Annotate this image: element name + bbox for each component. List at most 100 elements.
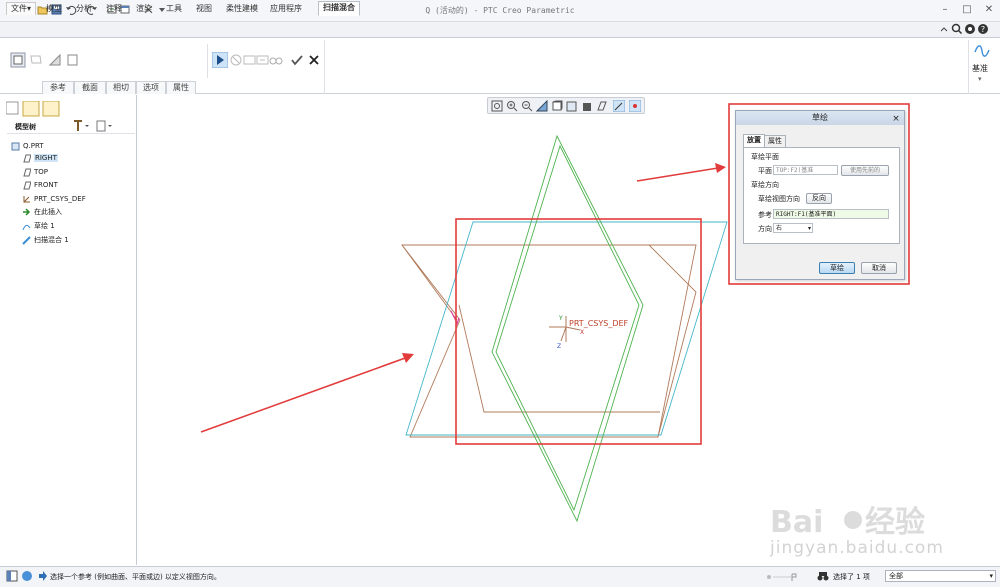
message-arrow-icon [38, 571, 47, 583]
annotation-arrow-left [200, 353, 414, 433]
ok-checkmark-icon[interactable] [290, 53, 304, 67]
help-icon[interactable]: ? [977, 23, 989, 35]
datum-plane-icon [22, 181, 32, 190]
tab-analysis[interactable]: 分析 [72, 3, 96, 16]
subtab-sections[interactable]: 截面 [74, 81, 106, 94]
datum-plane-icon [22, 168, 32, 177]
tab-flexible-modeling[interactable]: 柔性建模 [222, 3, 262, 16]
cancel-button[interactable]: 取消 [861, 262, 897, 274]
tab-file[interactable]: 文件▾ [6, 2, 37, 15]
annotation-rectangle [455, 218, 702, 445]
subtab-options[interactable]: 选项 [136, 81, 166, 94]
direction-select[interactable]: 右 ▾ [773, 223, 813, 233]
tree-item-front[interactable]: FRONT [22, 179, 58, 192]
csys-x-label: X [580, 329, 584, 336]
collapse-ribbon-icon[interactable] [938, 23, 950, 35]
minimize-button[interactable]: – [936, 3, 954, 17]
play-icon[interactable] [211, 51, 229, 69]
baidu-watermark-logo: Bai 经验 [770, 505, 925, 540]
selection-filter-select[interactable]: 全部 ▾ [885, 570, 996, 582]
sketch-ok-button[interactable]: 草绘 [819, 262, 855, 274]
reference-field[interactable]: RIGHT:F1(基准平面) [773, 209, 889, 219]
sketch-orientation-heading: 草绘方向 [751, 181, 779, 189]
favorites-icon[interactable] [44, 102, 58, 116]
chevron-down-icon: ▾ [989, 572, 993, 580]
tree-show-icon[interactable] [96, 120, 114, 134]
pause-icon[interactable] [229, 53, 243, 67]
part-icon [11, 142, 20, 151]
plane-label: 平面 [758, 167, 772, 175]
svg-text:Bai: Bai [770, 505, 823, 540]
preview-icon[interactable] [243, 53, 257, 67]
glasses-icon[interactable] [269, 53, 283, 67]
chevron-down-icon: ▾ [807, 225, 811, 232]
tab-annotate[interactable]: 注释 [102, 3, 126, 16]
tab-view[interactable]: 视图 [192, 3, 216, 16]
csys-label: PRT_CSYS_DEF [569, 319, 629, 328]
dialog-title-bar[interactable]: 草绘 × [736, 111, 904, 125]
dialog-tab-properties[interactable]: 属性 [764, 135, 786, 147]
watermark-url: jingyan.baidu.com [770, 538, 944, 558]
cancel-x-icon[interactable] [308, 54, 322, 68]
folder-browser-icon[interactable] [24, 102, 38, 116]
csys-icon [22, 195, 31, 204]
tree-item-sweep-blend[interactable]: 扫描混合 1 [22, 234, 69, 247]
csys-z-label: Z [557, 343, 561, 350]
model-tree-title: 模型树 [15, 123, 36, 131]
use-previous-button[interactable]: 使用先前的 [841, 165, 889, 176]
binoculars-icon[interactable] [817, 571, 829, 583]
annotation-arrow-right [636, 163, 726, 182]
subtab-tangency[interactable]: 相切 [106, 81, 136, 94]
dialog-tab-placement[interactable]: 放置 [743, 134, 765, 147]
surface-icon[interactable] [29, 53, 43, 67]
thicken-icon[interactable] [66, 53, 80, 67]
status-message: 选择一个参考 (例如曲面、平面或边) 以定义视图方向。 [50, 573, 221, 581]
ribbon-divider [324, 40, 325, 94]
settings-icon[interactable] [964, 23, 976, 35]
sketch-dialog: 草绘 × 放置 属性 草绘平面 平面 TOP:F2(基准 使用先前的 草绘方向 … [735, 110, 905, 280]
maximize-button[interactable]: □ [958, 3, 976, 17]
search-icon[interactable] [951, 23, 963, 35]
remove-material-icon[interactable] [48, 53, 62, 67]
tree-settings-icon[interactable] [72, 120, 90, 134]
svg-text:?: ? [981, 25, 985, 34]
model-tree-header: 模型树 [7, 120, 135, 134]
flip-button[interactable]: 反向 [806, 193, 832, 204]
verify-mode-icon[interactable] [256, 53, 270, 67]
tab-tools[interactable]: 工具 [162, 3, 186, 16]
datum-plane-outline [401, 244, 697, 438]
tab-applications[interactable]: 应用程序 [266, 3, 306, 16]
tree-item-top[interactable]: TOP [22, 166, 48, 179]
tree-item-insert-here[interactable]: 在此插入 [22, 206, 62, 219]
tree-item-csys[interactable]: PRT_CSYS_DEF [22, 193, 86, 206]
toggle-navigator-icon[interactable] [6, 570, 18, 584]
status-bar: 选择一个参考 (例如曲面、平面或边) 以定义视图方向。 选择了 1 项 全部 ▾ [0, 566, 1000, 587]
tree-item-right[interactable]: RIGHT [22, 152, 58, 165]
sketch-plane-heading: 草绘平面 [751, 153, 779, 161]
datum-label[interactable]: 基准 [972, 63, 988, 74]
datum-icon[interactable] [973, 42, 991, 62]
svg-text:经验: 经验 [865, 505, 925, 540]
view-direction-label: 草绘视图方向 [758, 195, 800, 203]
close-button[interactable]: ✕ [980, 3, 998, 17]
solid-icon[interactable] [10, 52, 26, 68]
sketch-rhombus-outer [491, 134, 644, 523]
direction-value: 右 [776, 225, 783, 232]
tab-model[interactable]: 模型 [42, 3, 66, 16]
model-tree-panel [0, 95, 137, 565]
tab-render[interactable]: 渲染 [132, 3, 156, 16]
subtab-properties[interactable]: 属性 [166, 81, 196, 94]
subtab-references[interactable]: 参考 [42, 81, 74, 94]
insert-arrow-icon [22, 207, 31, 217]
model-tree-tab-icon[interactable] [7, 102, 17, 112]
dialog-title: 草绘 [812, 113, 828, 122]
datum-dropdown-icon[interactable]: ▾ [978, 75, 982, 83]
tab-sweep-blend[interactable]: 扫描混合 [318, 1, 360, 16]
ribbon-divider [968, 40, 969, 94]
dialog-close-icon[interactable]: × [891, 112, 901, 126]
tree-item-sketch[interactable]: 草绘 1 [22, 220, 55, 233]
plane-field[interactable]: TOP:F2(基准 [773, 165, 838, 175]
progress-dots-icon [766, 573, 806, 583]
toggle-browser-icon[interactable] [21, 570, 33, 584]
datum-plane-edge [401, 244, 697, 438]
